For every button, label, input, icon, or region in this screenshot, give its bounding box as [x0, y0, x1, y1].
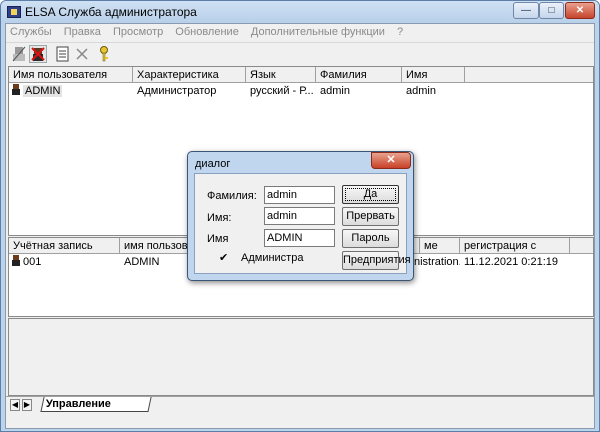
minimize-button[interactable]: — — [513, 2, 539, 19]
admin-checkbox[interactable]: ✔ — [219, 251, 228, 264]
dialog-window: диалог ✕ Фамилия: Имя: Имя ✔ Администра … — [187, 151, 414, 281]
cancel-button[interactable]: Прервать — [342, 207, 399, 226]
col-language[interactable]: Язык — [246, 67, 316, 83]
col-name-partial[interactable]: ме — [420, 238, 460, 254]
menu-bar: Службы Правка Просмотр Обновление Дополн… — [6, 24, 594, 42]
enterprises-button[interactable]: Предприятия — [342, 251, 411, 270]
delete-user-icon[interactable] — [29, 45, 47, 63]
col-empty — [465, 67, 593, 83]
close-icon[interactable] — [73, 45, 91, 63]
cell-extra: nistration... — [414, 256, 460, 268]
user-icon — [12, 84, 20, 95]
maximize-button[interactable]: □ — [539, 2, 564, 19]
name-label: Имя: — [207, 212, 232, 224]
menu-view[interactable]: Просмотр — [109, 24, 168, 38]
checkmark-icon: ✔ — [219, 252, 229, 264]
tab-order-management[interactable]: Управление заказами — [40, 397, 152, 422]
cell-name: admin — [406, 85, 436, 97]
properties-icon[interactable] — [54, 45, 72, 63]
user-icon — [12, 255, 20, 266]
password-button[interactable]: Пароль — [342, 229, 399, 248]
tab-bar: ◀ ▶ Управление заказами — [6, 396, 594, 422]
toolbar — [6, 42, 594, 66]
admin-checkbox-label: Администра — [241, 252, 304, 264]
title-bar: ELSA Служба администратора — □ ✕ — [1, 1, 599, 23]
menu-update[interactable]: Обновление — [171, 24, 244, 38]
col-username[interactable]: Имя пользователя — [9, 67, 133, 83]
cell-account: 001 — [23, 256, 42, 268]
name-field[interactable] — [264, 207, 335, 225]
cell-language: русский - Р... — [250, 85, 314, 97]
menu-help[interactable]: ? — [393, 24, 408, 38]
cell-surname: admin — [320, 85, 350, 97]
cell-registration: 11.12.2021 0:21:19 — [464, 256, 558, 268]
status-bar — [6, 413, 594, 428]
cell-account-username: ADMIN — [124, 256, 160, 268]
menu-services[interactable]: Службы — [6, 24, 57, 38]
dialog-title: диалог — [195, 158, 231, 170]
menu-edit[interactable]: Правка — [60, 24, 106, 38]
cell-username: ADMIN — [23, 85, 63, 97]
close-button[interactable]: ✕ — [565, 2, 595, 19]
ok-button[interactable]: Да — [342, 185, 399, 204]
tab-prev-icon[interactable]: ◀ — [10, 399, 20, 411]
app-icon — [7, 6, 21, 18]
col-name[interactable]: Имя — [402, 67, 465, 83]
key-icon[interactable] — [95, 45, 113, 63]
col-account[interactable]: Учётная запись — [9, 238, 120, 254]
col-surname[interactable]: Фамилия — [316, 67, 402, 83]
dialog-body: Фамилия: Имя: Имя ✔ Администра Да Прерва… — [194, 173, 411, 274]
col-registration[interactable]: регистрация с — [460, 238, 570, 254]
users-icon[interactable] — [10, 45, 28, 63]
menu-extra-functions[interactable]: Дополнительные функции — [247, 24, 390, 38]
tab-next-icon[interactable]: ▶ — [22, 399, 32, 411]
login-label: Имя — [207, 233, 229, 245]
details-pane — [8, 318, 594, 396]
col-characteristic[interactable]: Характеристика — [133, 67, 246, 83]
surname-field[interactable] — [264, 186, 335, 204]
col-empty — [570, 238, 593, 254]
surname-label: Фамилия: — [207, 190, 257, 202]
login-field[interactable] — [264, 229, 335, 247]
dialog-close-button[interactable]: ✕ — [371, 152, 411, 169]
window-title: ELSA Служба администратора — [25, 5, 197, 19]
cell-characteristic: Администратор — [137, 85, 217, 97]
